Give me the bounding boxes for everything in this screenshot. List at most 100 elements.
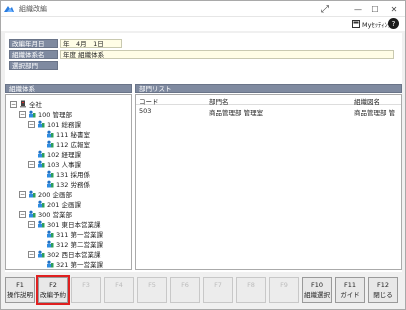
tree-node-label: 201 企画課 <box>47 201 81 209</box>
tree-node-label: 101 総務課 <box>47 121 81 129</box>
tree-node[interactable]: 131 採用係 <box>37 169 90 179</box>
fkey-f3-button: F3 <box>71 277 101 303</box>
fkey-label: 改編予約 <box>40 291 66 299</box>
help-icon[interactable]: ? <box>388 18 399 29</box>
minimize-button[interactable]: — <box>351 3 365 15</box>
org-unit-icon <box>29 210 36 218</box>
collapse-icon[interactable]: − <box>19 190 26 198</box>
collapse-icon[interactable]: − <box>28 250 35 258</box>
tree-node-label: 321 第一営業課 <box>56 261 103 269</box>
restore-button[interactable]: ☐ <box>368 3 382 15</box>
tree-node[interactable]: − 全社 <box>10 99 42 109</box>
date-row: 改編年月日 年 4月 1日 <box>9 39 122 48</box>
collapse-icon[interactable]: − <box>28 220 35 228</box>
company-icon <box>20 100 26 108</box>
fkey-number: F9 <box>280 281 288 289</box>
cell-code: 503 <box>139 107 152 115</box>
tree-node-label: 131 採用係 <box>56 171 90 179</box>
tree-node[interactable]: 112 広報室 <box>37 139 90 149</box>
collapse-icon[interactable]: − <box>28 120 35 128</box>
collapse-icon[interactable]: − <box>19 110 26 118</box>
fkey-number: F11 <box>343 281 356 289</box>
org-unit-icon <box>38 220 45 228</box>
tree-node[interactable]: 321 第一営業課 <box>37 259 103 269</box>
fkey-f1-button[interactable]: F1 操作説明 <box>5 277 35 303</box>
tree-node[interactable]: 311 第一営業課 <box>37 229 103 239</box>
window-title: 組織改編 <box>19 5 47 13</box>
org-unit-icon <box>47 170 54 178</box>
fkey-f11-button[interactable]: F11 ガイド <box>335 277 365 303</box>
tree-node-label: 100 管理部 <box>38 111 72 119</box>
org-unit-icon <box>47 130 54 138</box>
column-header-chart-name: 組織図名 <box>354 98 380 106</box>
app-window: 組織改編 ⤢ — ☐ ✕ Myｾｯﾃｨﾝｸﾞ ? 改編年月日 年 4月 1日 組… <box>0 0 406 310</box>
tree-node[interactable]: − 302 西日本営業課 <box>28 249 100 259</box>
fkey-number: F8 <box>247 281 255 289</box>
org-tree[interactable]: − 全社 −100 管理部 −101 総務課 111 秘書室 112 広報室 102 経理課… <box>5 94 132 270</box>
tree-node[interactable]: − 200 企画部 <box>19 189 72 199</box>
fkey-f10-button[interactable]: F10 組織選択 <box>302 277 332 303</box>
fkey-f12-button[interactable]: F12 閉じる <box>368 277 398 303</box>
org-unit-icon <box>47 180 54 188</box>
fkey-number: F5 <box>148 281 156 289</box>
tree-node-label: 103 人事課 <box>47 161 81 169</box>
date-value: 年 4月 1日 <box>60 39 122 48</box>
tree-node[interactable]: 102 経理課 <box>28 149 81 159</box>
tree-node-label: 301 東日本営業課 <box>47 221 101 229</box>
collapse-icon[interactable]: − <box>10 100 17 108</box>
tree-node[interactable]: 111 秘書室 <box>37 129 90 139</box>
table-row[interactable]: 503 商品管理部 管理室 商品管理部 管 <box>136 106 401 117</box>
org-unit-icon <box>38 120 45 128</box>
fkey-number: F2 <box>49 281 57 289</box>
title-bar: 組織改編 ⤢ — ☐ ✕ <box>1 1 405 17</box>
tree-node[interactable]: − 103 人事課 <box>28 159 81 169</box>
org-unit-icon <box>29 190 36 198</box>
tree-node-label: 全社 <box>29 101 42 109</box>
fkey-number: F3 <box>82 281 90 289</box>
system-value: 年度 組織体系 <box>60 50 394 59</box>
fkey-number: F1 <box>16 281 24 289</box>
tree-node[interactable]: 201 企画課 <box>28 199 81 209</box>
system-label: 組織体系名 <box>9 50 58 59</box>
tree-node-label: 200 企画部 <box>38 191 72 199</box>
maximize-arrows-icon[interactable]: ⤢ <box>318 3 332 15</box>
fkey-f6-button: F6 <box>170 277 200 303</box>
tree-node[interactable]: − 101 総務課 <box>28 119 81 129</box>
dept-list[interactable]: コード 部門名 組織図名 503 商品管理部 管理室 商品管理部 管 <box>135 94 402 270</box>
fkey-number: F10 <box>310 281 323 289</box>
fkey-label: ガイド <box>340 291 360 299</box>
org-unit-icon <box>38 200 45 208</box>
collapse-icon[interactable]: − <box>28 160 35 168</box>
dept-row: 選択部門 <box>9 61 58 70</box>
list-panel-title: 部門リスト <box>135 84 402 93</box>
tree-node-label: 312 第二営業課 <box>56 241 103 249</box>
date-label: 改編年月日 <box>9 39 58 48</box>
tree-node-label: 302 西日本営業課 <box>47 251 101 259</box>
tree-node[interactable]: − 300 営業部 <box>19 209 72 219</box>
fkey-f5-button: F5 <box>137 277 167 303</box>
org-unit-icon <box>47 230 54 238</box>
tree-node[interactable]: − 100 管理部 <box>19 109 72 119</box>
collapse-icon[interactable]: − <box>19 210 26 218</box>
org-unit-icon <box>47 140 54 148</box>
fkey-f2-button[interactable]: F2 改編予約 <box>36 275 70 305</box>
tree-node[interactable]: 132 労務係 <box>37 179 90 189</box>
fkey-label: 閉じる <box>373 291 393 299</box>
fkey-f4-button: F4 <box>104 277 134 303</box>
close-button[interactable]: ✕ <box>387 3 401 15</box>
fkey-f7-button: F7 <box>203 277 233 303</box>
list-header: コード 部門名 組織図名 <box>136 95 401 106</box>
fkey-number: F7 <box>214 281 222 289</box>
tree-node[interactable]: − 301 東日本営業課 <box>28 219 100 229</box>
tree-node-label: 132 労務係 <box>56 181 90 189</box>
mysettings-icon <box>352 19 360 28</box>
cell-dept-name: 商品管理部 管理室 <box>209 109 264 117</box>
org-unit-icon <box>29 110 36 118</box>
tree-panel-title: 組織体系 <box>5 84 132 93</box>
tree-node[interactable]: 312 第二営業課 <box>37 239 103 249</box>
app-icon <box>4 6 14 12</box>
org-unit-icon <box>47 260 54 268</box>
fkey-number: F4 <box>115 281 123 289</box>
org-unit-icon <box>38 250 45 258</box>
tree-node-label: 300 営業部 <box>38 211 72 219</box>
